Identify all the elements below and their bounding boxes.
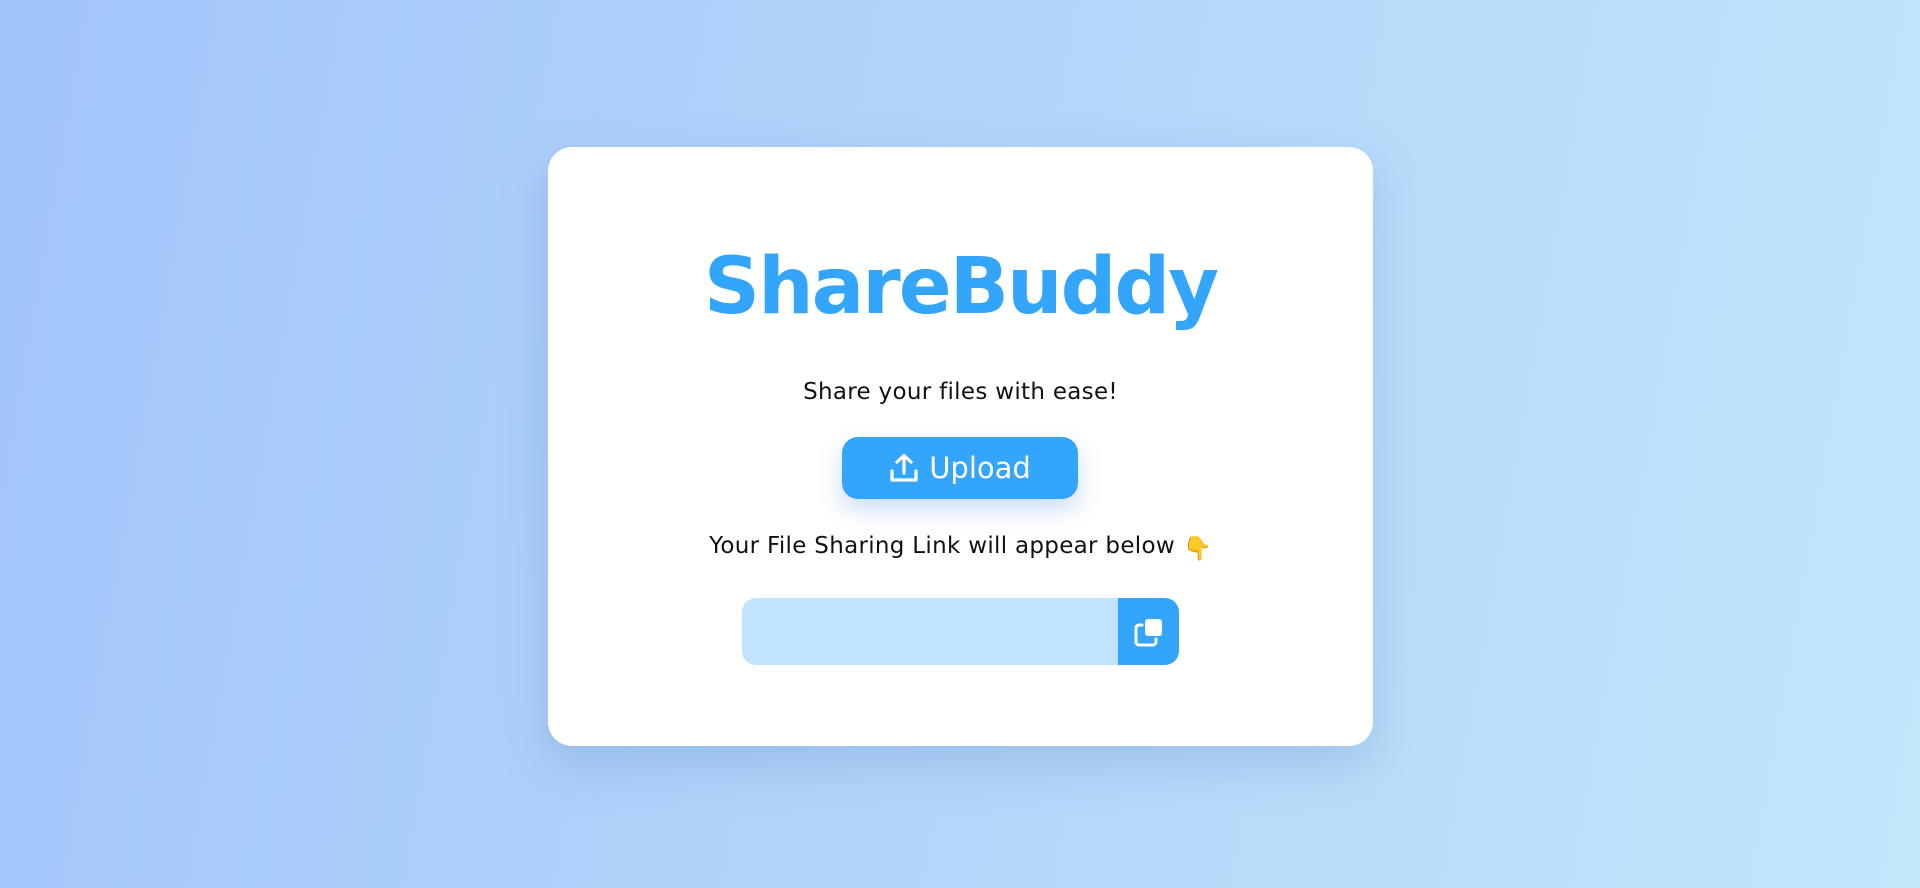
- pointing-down-emoji: 👇: [1182, 536, 1212, 562]
- upload-button[interactable]: Upload: [842, 437, 1078, 499]
- tagline: Share your files with ease!: [803, 379, 1118, 405]
- upload-icon: [889, 452, 919, 484]
- copy-icon: [1133, 616, 1165, 648]
- app-logo: ShareBuddy: [703, 242, 1219, 332]
- copy-link-button[interactable]: [1118, 598, 1179, 665]
- link-hint: Your File Sharing Link will appear below…: [548, 533, 1373, 562]
- upload-button-label: Upload: [929, 451, 1031, 485]
- share-link-row: [742, 598, 1179, 665]
- share-card: ShareBuddy Share your files with ease! U…: [548, 147, 1373, 746]
- share-link-input[interactable]: [742, 598, 1118, 665]
- link-hint-text: Your File Sharing Link will appear below: [709, 533, 1175, 559]
